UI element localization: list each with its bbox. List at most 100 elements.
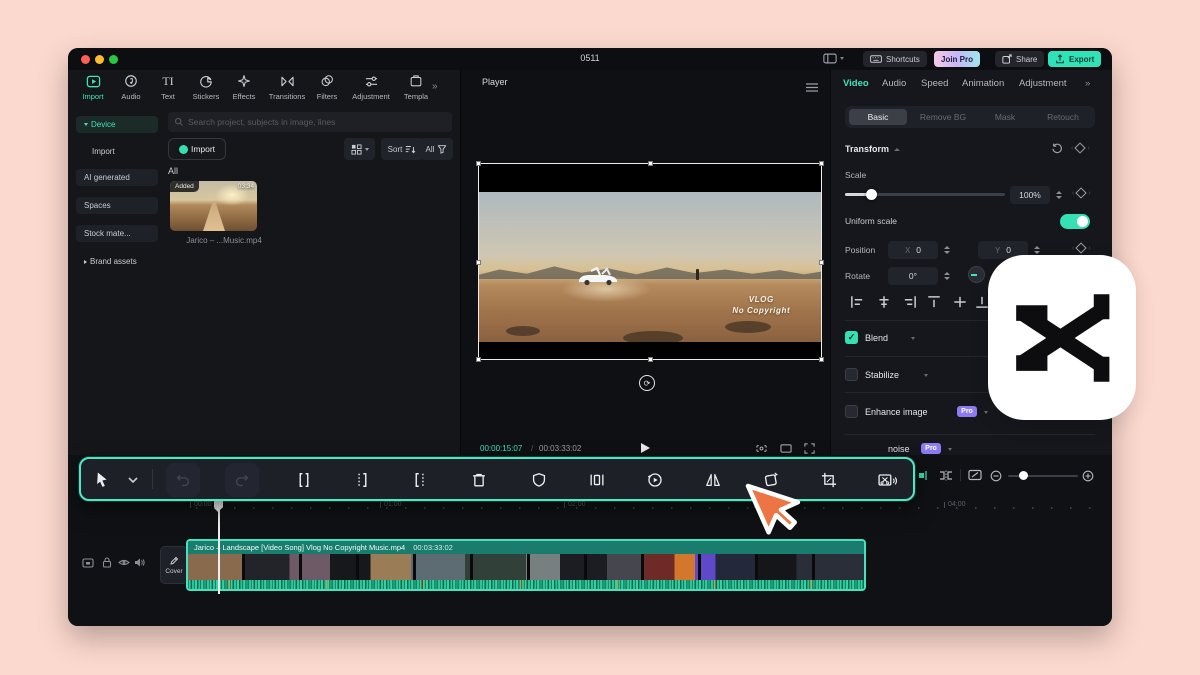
tab-filters[interactable]: Filters xyxy=(305,73,349,101)
split-button[interactable] xyxy=(289,465,319,495)
snap-icon[interactable] xyxy=(918,469,931,482)
more-tabs-chevron[interactable]: » xyxy=(432,81,438,92)
noise-expand-chevron[interactable] xyxy=(948,448,952,451)
tab-adjustment[interactable]: Adjustment xyxy=(349,73,393,101)
tab-audio-inspector[interactable]: Audio xyxy=(882,78,906,89)
tab-speed[interactable]: Speed xyxy=(921,78,948,89)
mask-button[interactable] xyxy=(524,465,554,495)
resize-handle[interactable] xyxy=(648,161,653,166)
align-center-horizontal-icon[interactable] xyxy=(876,294,892,310)
cover-button[interactable]: Cover xyxy=(160,546,188,584)
zoom-out-icon[interactable] xyxy=(990,470,1002,482)
timeline-zoom-knob[interactable] xyxy=(1019,471,1028,480)
layout-switcher[interactable] xyxy=(823,53,844,64)
snapshot-icon[interactable] xyxy=(756,443,767,454)
playhead-handle[interactable] xyxy=(214,500,223,508)
rotate-value-field[interactable]: 0° xyxy=(888,267,938,285)
tab-stickers-label: Stickers xyxy=(192,92,220,101)
search-input[interactable] xyxy=(168,112,452,132)
sidebar-item-stock-material[interactable]: Stock mate... xyxy=(76,225,158,242)
rotate-dial[interactable] xyxy=(968,266,985,283)
stabilize-expand-chevron[interactable] xyxy=(924,374,928,377)
enhance-expand-chevron[interactable] xyxy=(984,411,988,414)
crop-button[interactable] xyxy=(814,465,844,495)
player-menu-button[interactable] xyxy=(806,79,818,97)
resize-handle[interactable] xyxy=(476,259,481,265)
align-top-icon[interactable] xyxy=(926,294,942,310)
delete-button[interactable] xyxy=(464,465,494,495)
hide-track-icon[interactable] xyxy=(118,558,130,567)
align-left-icon[interactable] xyxy=(849,294,865,310)
subtab-retouch[interactable]: Retouch xyxy=(1035,109,1091,125)
share-button[interactable]: Share xyxy=(995,51,1045,67)
scale-stepper[interactable] xyxy=(1053,186,1064,204)
delete-left-button[interactable] xyxy=(347,465,377,495)
position-keyframe-control[interactable]: ‹ › xyxy=(1072,242,1091,254)
lock-track-icon[interactable] xyxy=(102,557,112,568)
main-track-icon[interactable] xyxy=(82,558,94,568)
sidebar-item-ai-generated[interactable]: AI generated xyxy=(76,169,158,186)
extract-audio-button[interactable] xyxy=(872,465,902,495)
reset-transform-icon[interactable] xyxy=(1051,142,1063,154)
video-preview[interactable]: VLOG No Copyright xyxy=(476,161,824,362)
redo-button[interactable] xyxy=(225,463,259,497)
join-pro-button[interactable]: Join Pro xyxy=(934,51,981,67)
sidebar-item-spaces[interactable]: Spaces xyxy=(76,197,158,214)
freeze-frame-button[interactable] xyxy=(582,465,612,495)
blend-expand-chevron[interactable] xyxy=(911,337,915,340)
blend-checkbox[interactable]: ✓ xyxy=(845,331,858,344)
fullscreen-icon[interactable] xyxy=(804,443,815,454)
uniform-scale-toggle[interactable] xyxy=(1060,214,1090,229)
undo-button[interactable] xyxy=(166,463,200,497)
resize-handle[interactable] xyxy=(476,357,481,362)
view-mode-button[interactable] xyxy=(344,138,375,160)
resize-handle[interactable] xyxy=(819,259,824,265)
media-item-thumbnail[interactable]: Added 03:34 xyxy=(170,181,257,231)
select-tool-button[interactable] xyxy=(87,465,117,495)
position-x-field[interactable]: X0 xyxy=(888,241,938,259)
export-button[interactable]: Export xyxy=(1048,51,1102,67)
scale-value-field[interactable]: 100% xyxy=(1010,186,1050,204)
resize-handle[interactable] xyxy=(819,357,824,362)
playhead-line[interactable] xyxy=(218,510,220,594)
tab-effects[interactable]: Effects xyxy=(222,73,266,101)
subtab-remove-bg[interactable]: Remove BG xyxy=(911,109,975,125)
more-inspector-tabs-chevron[interactable]: » xyxy=(1085,78,1090,89)
resize-handle[interactable] xyxy=(648,357,653,362)
shortcuts-button[interactable]: Shortcuts xyxy=(863,51,927,67)
reverse-button[interactable] xyxy=(640,465,670,495)
ratio-icon[interactable] xyxy=(780,443,792,454)
resize-handle[interactable] xyxy=(819,161,824,166)
scale-keyframe-control[interactable]: ‹ › xyxy=(1072,187,1091,199)
transform-keyframe-control[interactable]: ‹ › xyxy=(1071,142,1090,154)
subtab-basic[interactable]: Basic xyxy=(849,109,907,125)
rotate-stepper[interactable] xyxy=(941,267,952,285)
preview-axis-icon[interactable] xyxy=(968,469,982,481)
delete-right-button[interactable] xyxy=(405,465,435,495)
select-tool-dropdown[interactable] xyxy=(118,465,148,495)
tab-transitions[interactable]: Transitions xyxy=(265,73,309,101)
zoom-in-icon[interactable] xyxy=(1082,470,1094,482)
play-button[interactable] xyxy=(641,443,650,453)
tab-video[interactable]: Video xyxy=(843,78,869,89)
sort-button[interactable]: Sort xyxy=(381,138,423,160)
sidebar-item-device[interactable]: Device xyxy=(76,116,158,133)
align-center-vertical-icon[interactable] xyxy=(952,294,968,310)
filter-button[interactable]: All xyxy=(420,138,453,160)
position-x-stepper[interactable] xyxy=(941,241,952,259)
sidebar-item-brand-assets[interactable]: Brand assets xyxy=(76,253,158,270)
transform-section-header[interactable]: Transform xyxy=(845,144,901,154)
mute-track-icon[interactable] xyxy=(134,557,145,568)
subtab-mask[interactable]: Mask xyxy=(979,109,1031,125)
align-right-icon[interactable] xyxy=(902,294,918,310)
enhance-image-checkbox[interactable] xyxy=(845,405,858,418)
stabilize-checkbox[interactable] xyxy=(845,368,858,381)
tab-adjustment-inspector[interactable]: Adjustment xyxy=(1019,78,1067,89)
scale-slider-knob[interactable] xyxy=(866,189,877,200)
import-media-button[interactable]: Import xyxy=(168,138,226,160)
resize-handle[interactable] xyxy=(476,161,481,166)
rotate-handle[interactable]: ⟳ xyxy=(639,375,655,391)
split-view-icon[interactable] xyxy=(939,469,953,482)
sidebar-item-import[interactable]: Import xyxy=(76,143,158,160)
tab-animation[interactable]: Animation xyxy=(962,78,1004,89)
